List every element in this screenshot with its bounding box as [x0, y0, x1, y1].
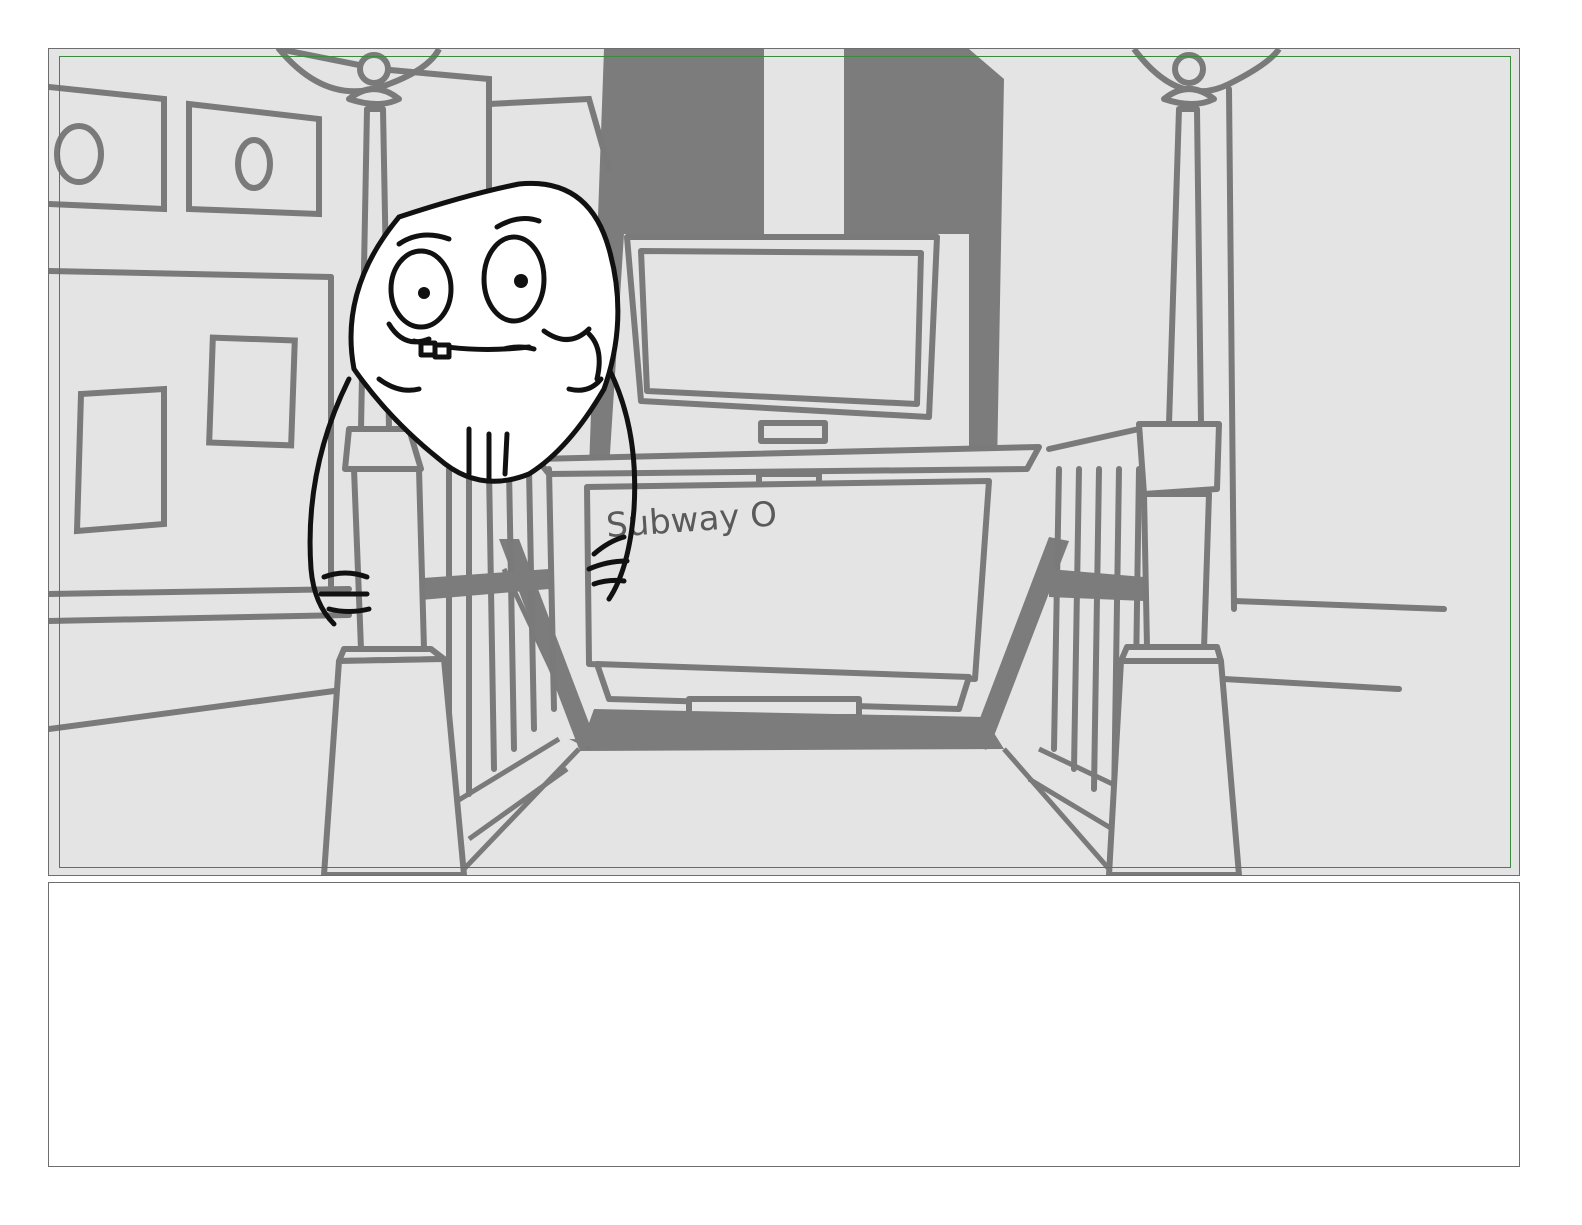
storyboard-panel: Subway O — [48, 48, 1520, 876]
panel-drawing: Subway O — [49, 49, 1519, 875]
right-eye — [481, 234, 547, 324]
notes-box[interactable] — [48, 882, 1520, 1167]
